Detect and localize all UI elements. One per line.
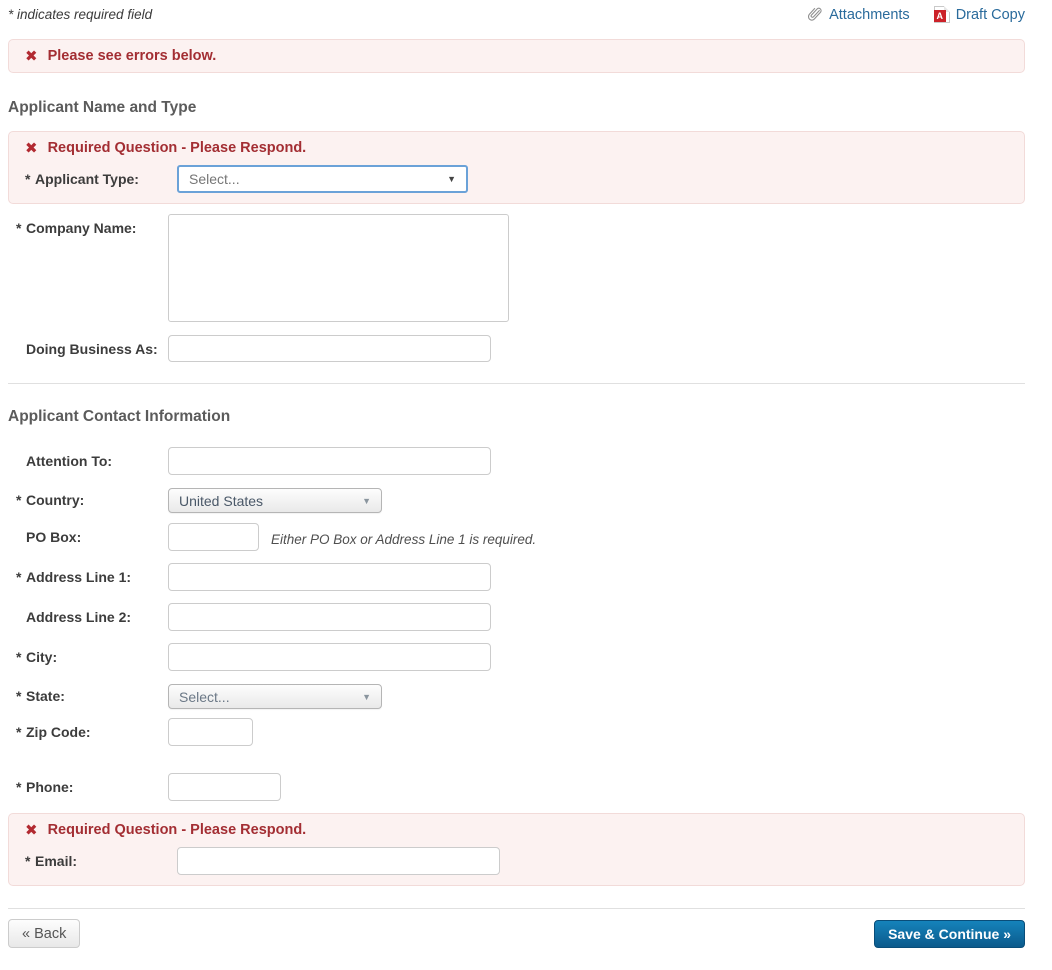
- country-select[interactable]: United States ▼: [168, 488, 382, 513]
- zip-code-input[interactable]: [168, 718, 253, 746]
- email-label: * Email:: [25, 847, 177, 869]
- draft-copy-link[interactable]: A Draft Copy: [934, 6, 1025, 23]
- required-asterisk: *: [16, 724, 26, 740]
- attention-to-label: Attention To:: [16, 447, 168, 469]
- top-links: Attachments A Draft Copy: [808, 6, 1025, 23]
- required-asterisk: *: [25, 853, 35, 869]
- section-title-contact-info: Applicant Contact Information: [8, 408, 1025, 426]
- city-input[interactable]: [168, 643, 491, 671]
- address-line-2-label: Address Line 2:: [16, 603, 168, 625]
- email-error-group: ✖ Required Question - Please Respond. * …: [8, 813, 1025, 886]
- error-x-icon: ✖: [25, 823, 38, 838]
- chevron-down-icon: ▼: [362, 496, 371, 506]
- applicant-type-label: * Applicant Type:: [25, 165, 177, 187]
- top-bar: * indicates required field Attachments A…: [8, 6, 1025, 23]
- asterisk-spacer: [16, 453, 26, 469]
- required-asterisk: *: [16, 688, 26, 704]
- required-asterisk: *: [16, 649, 26, 665]
- chevron-down-icon: ▼: [447, 174, 456, 184]
- applicant-type-error-message: Required Question - Please Respond.: [48, 140, 307, 156]
- state-label: * State:: [16, 684, 168, 704]
- back-button[interactable]: « Back: [8, 919, 80, 948]
- required-asterisk: *: [16, 492, 26, 508]
- form-page: * indicates required field Attachments A…: [8, 6, 1025, 970]
- po-box-input[interactable]: [168, 523, 259, 551]
- email-error-message: Required Question - Please Respond.: [48, 822, 307, 838]
- chevron-down-icon: ▼: [362, 692, 371, 702]
- address-line-1-label: * Address Line 1:: [16, 563, 168, 585]
- required-asterisk: *: [16, 779, 26, 795]
- phone-label: * Phone:: [16, 773, 168, 795]
- address-line-1-input[interactable]: [168, 563, 491, 591]
- country-label: * Country:: [16, 488, 168, 508]
- required-asterisk: *: [16, 569, 26, 585]
- required-asterisk: *: [16, 220, 26, 236]
- address-line-2-input[interactable]: [168, 603, 491, 631]
- state-select[interactable]: Select... ▼: [168, 684, 382, 709]
- po-box-note: Either PO Box or Address Line 1 is requi…: [271, 527, 536, 547]
- required-asterisk: *: [25, 171, 35, 187]
- page-error-message: Please see errors below.: [48, 48, 217, 64]
- draft-copy-link-label: Draft Copy: [956, 7, 1025, 23]
- save-continue-button[interactable]: Save & Continue »: [874, 920, 1025, 948]
- attachments-link-label: Attachments: [829, 7, 910, 23]
- asterisk-spacer: [16, 529, 26, 545]
- email-input[interactable]: [177, 847, 500, 875]
- footer-actions: « Back Save & Continue »: [8, 919, 1025, 970]
- attachments-link[interactable]: Attachments: [808, 7, 910, 23]
- doing-business-as-label: Doing Business As:: [16, 335, 168, 357]
- zip-code-label: * Zip Code:: [16, 718, 168, 740]
- company-name-textarea[interactable]: [168, 214, 509, 322]
- footer-divider: [8, 908, 1025, 909]
- section-title-applicant-name-type: Applicant Name and Type: [8, 99, 1025, 117]
- section-divider: [8, 383, 1025, 384]
- paperclip-icon: [808, 7, 823, 23]
- company-name-label: * Company Name:: [16, 214, 168, 236]
- error-x-icon: ✖: [25, 49, 38, 64]
- error-x-icon: ✖: [25, 141, 38, 156]
- asterisk-spacer: [16, 609, 26, 625]
- required-field-note: * indicates required field: [8, 7, 152, 22]
- applicant-type-select[interactable]: Select... ▼: [177, 165, 468, 193]
- pdf-icon: A: [934, 6, 950, 23]
- asterisk-spacer: [16, 341, 26, 357]
- doing-business-as-input[interactable]: [168, 335, 491, 362]
- po-box-label: PO Box:: [16, 523, 168, 545]
- city-label: * City:: [16, 643, 168, 665]
- attention-to-input[interactable]: [168, 447, 491, 475]
- phone-input[interactable]: [168, 773, 281, 801]
- applicant-type-error-group: ✖ Required Question - Please Respond. * …: [8, 131, 1025, 204]
- page-error-banner: ✖ Please see errors below.: [8, 39, 1025, 73]
